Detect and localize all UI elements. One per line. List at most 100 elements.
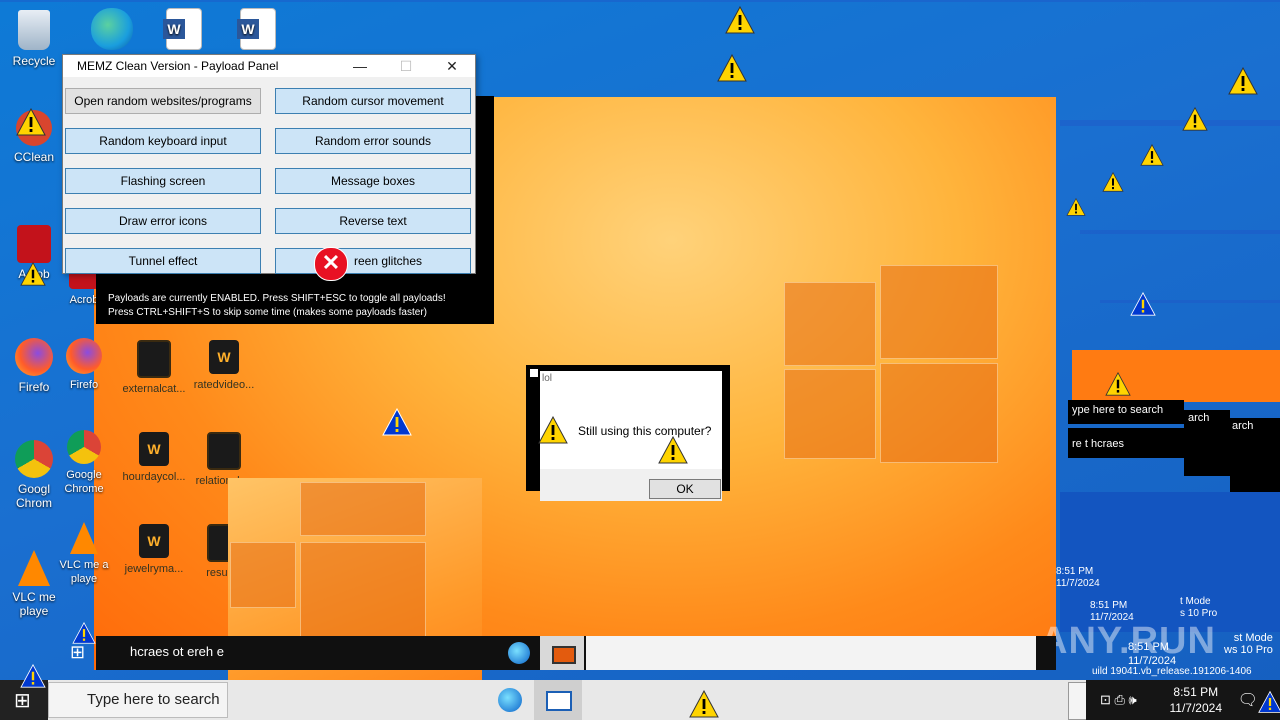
payload-hint-line: Press CTRL+SHIFT+S to skip some time (ma… (108, 307, 427, 318)
maximize-button[interactable]: ☐ (383, 58, 429, 75)
file-label: hourdaycol... (122, 471, 186, 483)
payload-tunnel-effect-button[interactable]: Tunnel effect (65, 248, 261, 274)
desktop-icon-label: Googl Chrom (15, 482, 52, 510)
file-icon-externalcat[interactable]: externalcat... (120, 340, 188, 396)
payload-flashing-screen-button[interactable]: Flashing screen (65, 168, 261, 194)
glitch-search-box: re t hcraes (1068, 428, 1184, 458)
warning-icon (72, 622, 96, 644)
network-icon[interactable]: ⊡ ⎙ 🕪 (1100, 692, 1137, 708)
file-icon-hourdaycol[interactable]: W hourdaycol... (120, 432, 188, 484)
clock-time: 8:51 PM (1173, 685, 1219, 699)
edge-taskbar-icon[interactable] (508, 642, 530, 664)
warning-icon (20, 262, 46, 286)
desktop-icon-label: Google Chrome (64, 469, 104, 495)
desktop-icon-chrome-copy[interactable]: Google Chrome (52, 430, 116, 496)
payload-error-icons-button[interactable]: Draw error icons (65, 208, 261, 234)
warning-icon (689, 690, 719, 718)
app-icon (530, 369, 538, 377)
windows-start-icon: ⊞ (70, 642, 86, 662)
edge-icon (91, 8, 133, 50)
desktop-icon-label: Firefo (69, 379, 99, 391)
system-tray: ⊡ ⎙ 🕪 8:51 PM 11/7/2024 🗨 (1086, 680, 1280, 720)
clock[interactable]: 8:51 PM 11/7/2024 (1170, 684, 1223, 716)
file-icon-jewelryma[interactable]: W jewelryma... (120, 524, 188, 576)
desktop-icon-edge[interactable] (80, 8, 144, 54)
desktop-icon-label: CClean (13, 150, 55, 164)
build-mode-line: t Mode (1180, 596, 1211, 607)
anyrun-watermark: ANY.RUN (1040, 620, 1216, 662)
desktop-icon-word-2[interactable]: W (226, 8, 290, 54)
chrome-icon (67, 430, 101, 464)
warning-icon (1182, 107, 1208, 131)
warning-icon (1102, 172, 1124, 192)
window-pane (300, 542, 426, 640)
warning-icon (658, 436, 688, 464)
window-pane (880, 363, 998, 463)
image-file-icon (137, 340, 171, 378)
vlc-icon (18, 550, 50, 586)
windows-start-icon: ⊞ (14, 690, 31, 712)
notifications-icon[interactable]: 🗨 (1238, 690, 1258, 710)
payload-screen-glitches-button[interactable]: reen glitches (275, 248, 471, 274)
word-file-icon: W (237, 8, 276, 50)
desktop-icon-vlc-copy[interactable]: VLC me a playe (52, 522, 116, 586)
payload-error-sounds-button[interactable]: Random error sounds (275, 128, 471, 154)
ok-button[interactable]: OK (649, 479, 721, 499)
glitch-search-box: arch (1184, 410, 1230, 476)
build-mode-line: st Mode (1233, 632, 1273, 644)
file-label: jewelryma... (124, 563, 184, 575)
taskbar-app-active[interactable] (534, 680, 582, 720)
payload-reverse-text-button[interactable]: Reverse text (275, 208, 471, 234)
build-info-text: t Mode s 10 Pro (1180, 596, 1217, 620)
app-window-icon (546, 691, 572, 711)
firefox-icon (15, 338, 53, 376)
vlc-icon (70, 522, 98, 554)
glitch-date: 11/7/2024 (1056, 578, 1100, 589)
clock-date: 11/7/2024 (1169, 701, 1223, 715)
app-window-icon (552, 646, 576, 664)
payload-status-line: Payloads are currently ENABLED. Press SH… (108, 293, 446, 304)
desktop-icon-recycle-bin[interactable]: Recycle (2, 10, 66, 68)
file-icon-ratedvideo[interactable]: W ratedvideo... (190, 340, 258, 392)
minimize-button[interactable]: — (337, 58, 383, 74)
desktop-icon-label: Recycle (12, 54, 56, 68)
edge-taskbar-icon[interactable] (498, 688, 522, 712)
glitch-text: ype here to search (1072, 404, 1164, 416)
taskbar-search-box[interactable]: Type here to search (48, 682, 228, 718)
warning-icon (16, 108, 46, 136)
warning-icon (1228, 67, 1258, 95)
taskbar-app-active[interactable] (540, 636, 584, 670)
glitched-taskbar-blank (586, 636, 1036, 670)
window-pane (230, 542, 296, 608)
glitch-search-box: ype here to search (1068, 400, 1184, 424)
glitched-taskbar: ⊞ hcraes ot ereh e (70, 636, 1056, 670)
window-pane (784, 369, 876, 459)
glitch-text: arch (1188, 412, 1210, 424)
window-pane (880, 265, 998, 359)
warning-icon (725, 6, 755, 34)
word-file-icon: W (163, 8, 202, 50)
warning-icon (20, 664, 46, 688)
payload-cursor-movement-button[interactable]: Random cursor movement (275, 88, 471, 114)
desktop-icon-firefox-copy[interactable]: Firefo (52, 338, 116, 392)
error-icon: ✕ (314, 247, 348, 281)
panel-title: MEMZ Clean Version - Payload Panel (77, 59, 279, 73)
payload-keyboard-input-button[interactable]: Random keyboard input (65, 128, 261, 154)
glitch-clock: 8:51 PM 11/7/2024 (1056, 566, 1100, 590)
word-file-icon: W (139, 432, 169, 466)
glitch-time: 8:51 PM (1090, 600, 1128, 611)
desktop-icon-label: VLC me playe (12, 590, 56, 618)
word-file-icon: W (209, 340, 239, 374)
glitch-time: 8:51 PM (1056, 566, 1094, 577)
warning-icon (1130, 292, 1156, 316)
desktop-icon-label: VLC me a playe (59, 559, 109, 585)
acrobat-icon (17, 225, 51, 263)
payload-open-websites-button[interactable]: Open random websites/programs (65, 88, 261, 114)
payload-message-boxes-button[interactable]: Message boxes (275, 168, 471, 194)
word-file-icon: W (139, 524, 169, 558)
window-pane (784, 282, 876, 366)
desktop-icon-word-1[interactable]: W (152, 8, 216, 54)
panel-titlebar[interactable]: MEMZ Clean Version - Payload Panel — ☐ ✕ (63, 55, 475, 77)
close-button[interactable]: ✕ (429, 58, 475, 75)
warning-icon (1258, 690, 1280, 714)
